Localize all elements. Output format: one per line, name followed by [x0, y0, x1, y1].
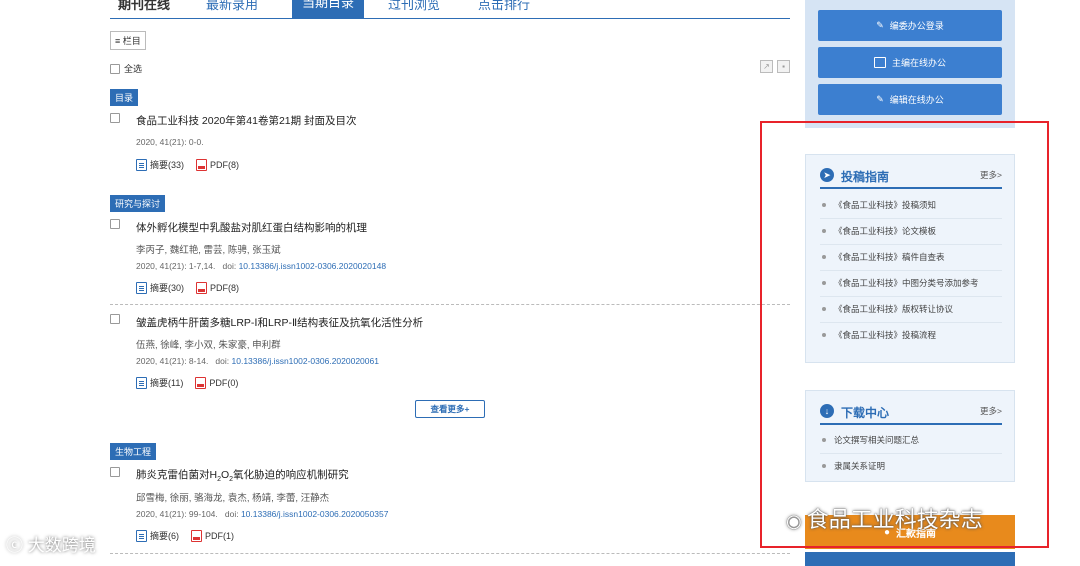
tab-journal-online[interactable]: 期刊在线 [118, 0, 170, 13]
doi-link[interactable]: 10.13386/j.issn1002-0306.2020020148 [239, 261, 386, 271]
article-authors: 邱雪梅, 徐丽, 骆海龙, 袁杰, 杨靖, 李蕾, 汪静杰 [136, 493, 330, 504]
pdf-link[interactable]: PDF(8) [196, 281, 239, 294]
doi-link[interactable]: 10.13386/j.issn1002-0306.2020050357 [241, 509, 388, 519]
tab-past-issues[interactable]: 过刊浏览 [388, 0, 440, 13]
abstract-link[interactable]: 摘要(33) [136, 158, 184, 171]
tab-current-issue[interactable]: 当期目录 [292, 0, 365, 18]
edit-icon: ✎ [876, 94, 884, 104]
article-links: 摘要(30) PDF(8) [136, 281, 239, 294]
abstract-icon [136, 158, 147, 171]
article-title[interactable]: 食品工业科技 2020年第41卷第21期 封面及目次 [136, 113, 357, 128]
watermark-left: ⓒ 大数跨境 [6, 536, 96, 555]
tab-latest-accepted[interactable]: 最新录用 [206, 0, 258, 13]
article-checkbox[interactable] [110, 467, 120, 477]
view-more-button[interactable]: 查看更多+ [415, 400, 485, 418]
editorial-board-login-button[interactable]: ✎ 编委办公登录 [818, 10, 1002, 41]
section-label-contents: 目录 [110, 89, 139, 106]
pdf-icon [195, 376, 207, 389]
pencil-icon: ✎ [876, 20, 884, 30]
pdf-link[interactable]: PDF(0) [195, 376, 238, 389]
article-citation: 2020, 41(21): 1-7,14. doi: 10.13386/j.is… [136, 261, 387, 271]
pdf-link[interactable]: PDF(8) [196, 158, 239, 171]
article-links: 摘要(11) PDF(0) [136, 376, 238, 389]
columns-button[interactable]: ≡ 栏目 [110, 31, 146, 50]
monitor-icon [873, 57, 886, 68]
article-checkbox[interactable] [110, 113, 120, 123]
pdf-icon [196, 281, 208, 294]
article-citation: 2020, 41(21): 99-104. doi: 10.13386/j.is… [136, 509, 389, 519]
abstract-link[interactable]: 摘要(11) [136, 376, 183, 389]
editor-office-button[interactable]: ✎ 编辑在线办公 [818, 84, 1002, 115]
article-title[interactable]: 体外孵化模型中乳酸盐对肌红蛋白结构影响的机理 [136, 220, 367, 235]
abstract-link[interactable]: 摘要(30) [136, 281, 184, 294]
abstract-link[interactable]: 摘要(6) [136, 529, 179, 542]
divider [110, 553, 790, 554]
abstract-icon [136, 376, 147, 389]
article-links: 摘要(6) PDF(1) [136, 529, 234, 542]
article-authors: 伍燕, 徐峰, 李小双, 朱家豪, 申利群 [136, 340, 281, 351]
brand-logo-icon: ⓒ [6, 536, 28, 555]
select-all-label: 全选 [124, 64, 143, 74]
article-checkbox[interactable] [110, 219, 120, 229]
pdf-icon [191, 529, 202, 542]
journal-tabs: 期刊在线 最新录用 当期目录 过刊浏览 点击排行 [110, 0, 790, 19]
article-title[interactable]: 肺炎克雷伯菌对H2O2氧化胁迫的响应机制研究 [136, 467, 349, 483]
article-checkbox[interactable] [110, 314, 120, 324]
highlight-box [760, 121, 1049, 548]
article-title[interactable]: 皱盖虎柄牛肝菌多糖LRP-Ⅰ和LRP-Ⅱ结构表征及抗氧化活性分析 [136, 315, 423, 330]
doi-link[interactable]: 10.13386/j.issn1002-0306.2020020061 [232, 356, 379, 366]
article-authors: 李丙子, 魏红艳, 雷芸, 陈骋, 张玉斌 [136, 245, 281, 256]
pdf-icon [196, 158, 208, 171]
list-tools: ↗ ▪ [760, 60, 790, 73]
section-label-research: 研究与探讨 [110, 195, 166, 212]
wechat-icon: ◉ [786, 511, 807, 531]
chief-editor-office-button[interactable]: 主编在线办公 [818, 47, 1002, 78]
select-all-checkbox[interactable] [110, 63, 120, 74]
export-icon[interactable]: ↗ [760, 60, 773, 73]
article-citation: 2020, 41(21): 0-0. [136, 137, 204, 147]
divider [110, 304, 790, 305]
abstract-icon [136, 529, 147, 542]
select-all[interactable]: 全选 [110, 62, 142, 75]
tab-click-ranking[interactable]: 点击排行 [478, 0, 530, 13]
article-citation: 2020, 41(21): 8-14. doi: 10.13386/j.issn… [136, 356, 379, 366]
abstract-icon [136, 281, 147, 294]
article-links: 摘要(33) PDF(8) [136, 158, 239, 171]
watermark-right: ◉ 食品工业科技杂志 [786, 507, 983, 532]
section-label-bioengineering: 生物工程 [110, 443, 157, 460]
save-icon[interactable]: ▪ [777, 60, 790, 73]
pdf-link[interactable]: PDF(1) [191, 529, 234, 542]
